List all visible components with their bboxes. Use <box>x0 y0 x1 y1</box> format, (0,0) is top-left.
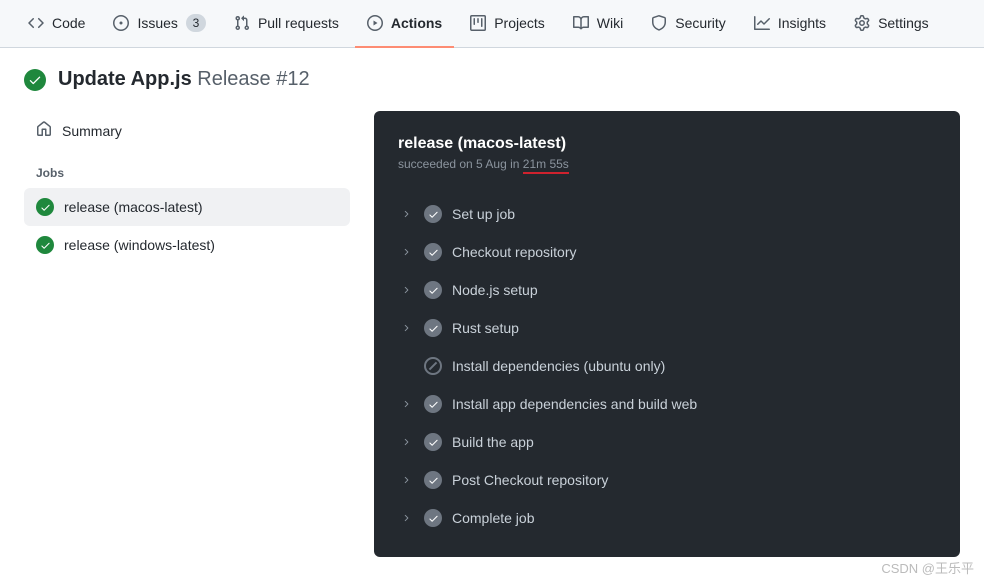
tab-projects-label: Projects <box>494 15 545 31</box>
watermark: CSDN @王乐平 <box>881 558 974 577</box>
tab-issues[interactable]: Issues 3 <box>101 0 217 48</box>
job-log-panel: release (macos-latest) succeeded on 5 Au… <box>374 111 960 557</box>
gear-icon <box>854 15 870 31</box>
sidebar-job-macos[interactable]: release (macos-latest) <box>24 188 350 226</box>
step-row[interactable]: Post Checkout repository <box>382 461 952 499</box>
pull-request-icon <box>234 15 250 31</box>
step-row[interactable]: Install app dependencies and build web <box>382 385 952 423</box>
job-label: release (macos-latest) <box>64 199 203 215</box>
book-icon <box>573 15 589 31</box>
play-circle-icon <box>367 15 383 31</box>
success-icon <box>424 281 442 299</box>
step-row[interactable]: Set up job <box>382 195 952 233</box>
graph-icon <box>754 15 770 31</box>
tab-projects[interactable]: Projects <box>458 0 557 48</box>
tab-wiki-label: Wiki <box>597 15 623 31</box>
job-status-prefix: succeeded on 5 Aug in <box>398 157 523 171</box>
sidebar-job-windows[interactable]: release (windows-latest) <box>24 226 350 264</box>
tab-security[interactable]: Security <box>639 0 738 48</box>
tab-settings[interactable]: Settings <box>842 0 941 48</box>
success-icon <box>36 236 54 254</box>
tab-code-label: Code <box>52 15 85 31</box>
tab-pulls[interactable]: Pull requests <box>222 0 351 48</box>
job-duration[interactable]: 21m 55s <box>523 157 569 174</box>
content: Summary Jobs release (macos-latest) rele… <box>0 111 984 557</box>
step-row[interactable]: Node.js setup <box>382 271 952 309</box>
chevron-right-icon <box>398 437 414 447</box>
step-label: Install app dependencies and build web <box>452 396 697 412</box>
chevron-right-icon <box>398 285 414 295</box>
success-icon <box>424 205 442 223</box>
workflow-run-name: Release #12 <box>197 68 309 90</box>
project-icon <box>470 15 486 31</box>
chevron-right-icon <box>398 513 414 523</box>
step-label: Set up job <box>452 206 515 222</box>
code-icon <box>28 15 44 31</box>
tab-issues-label: Issues <box>137 15 177 31</box>
job-header: release (macos-latest) succeeded on 5 Au… <box>374 111 960 187</box>
step-row[interactable]: Checkout repository <box>382 233 952 271</box>
home-icon <box>36 121 52 140</box>
chevron-right-icon <box>398 399 414 409</box>
step-label: Checkout repository <box>452 244 577 260</box>
tab-security-label: Security <box>675 15 726 31</box>
tab-insights[interactable]: Insights <box>742 0 838 48</box>
success-icon <box>424 319 442 337</box>
success-icon <box>424 509 442 527</box>
step-label: Rust setup <box>452 320 519 336</box>
chevron-right-icon <box>398 323 414 333</box>
shield-icon <box>651 15 667 31</box>
sidebar-summary-label: Summary <box>62 123 122 139</box>
workflow-header: Update App.js Release #12 <box>0 48 984 111</box>
tab-pulls-label: Pull requests <box>258 15 339 31</box>
step-row[interactable]: Complete job <box>382 499 952 537</box>
issue-icon <box>113 15 129 31</box>
success-icon <box>24 69 46 91</box>
step-label: Build the app <box>452 434 534 450</box>
tab-actions-label: Actions <box>391 15 442 31</box>
repo-tabs: Code Issues 3 Pull requests Actions Proj… <box>0 0 984 48</box>
tab-settings-label: Settings <box>878 15 929 31</box>
step-label: Node.js setup <box>452 282 538 298</box>
skipped-icon <box>424 357 442 375</box>
step-label: Post Checkout repository <box>452 472 608 488</box>
tab-insights-label: Insights <box>778 15 826 31</box>
workflow-commit-message: Update App.js <box>58 68 192 90</box>
jobs-heading: Jobs <box>24 150 350 188</box>
chevron-right-icon <box>398 209 414 219</box>
steps-list: Set up job Checkout repository Node.js set… <box>374 187 960 557</box>
chevron-right-icon <box>398 475 414 485</box>
step-label: Install dependencies (ubuntu only) <box>452 358 665 374</box>
tab-wiki[interactable]: Wiki <box>561 0 635 48</box>
step-row[interactable]: Build the app <box>382 423 952 461</box>
success-icon <box>36 198 54 216</box>
success-icon <box>424 395 442 413</box>
page-title: Update App.js Release #12 <box>58 68 310 91</box>
sidebar-summary[interactable]: Summary <box>24 111 350 150</box>
sidebar: Summary Jobs release (macos-latest) rele… <box>24 111 350 557</box>
step-row[interactable]: Rust setup <box>382 309 952 347</box>
issues-count: 3 <box>186 14 206 32</box>
success-icon <box>424 471 442 489</box>
step-row[interactable]: Install dependencies (ubuntu only) <box>382 347 952 385</box>
tab-code[interactable]: Code <box>16 0 97 48</box>
success-icon <box>424 433 442 451</box>
step-label: Complete job <box>452 510 535 526</box>
success-icon <box>424 243 442 261</box>
tab-actions[interactable]: Actions <box>355 0 454 48</box>
job-title: release (macos-latest) <box>398 135 936 153</box>
job-status: succeeded on 5 Aug in 21m 55s <box>398 157 936 171</box>
job-label: release (windows-latest) <box>64 237 215 253</box>
chevron-right-icon <box>398 247 414 257</box>
